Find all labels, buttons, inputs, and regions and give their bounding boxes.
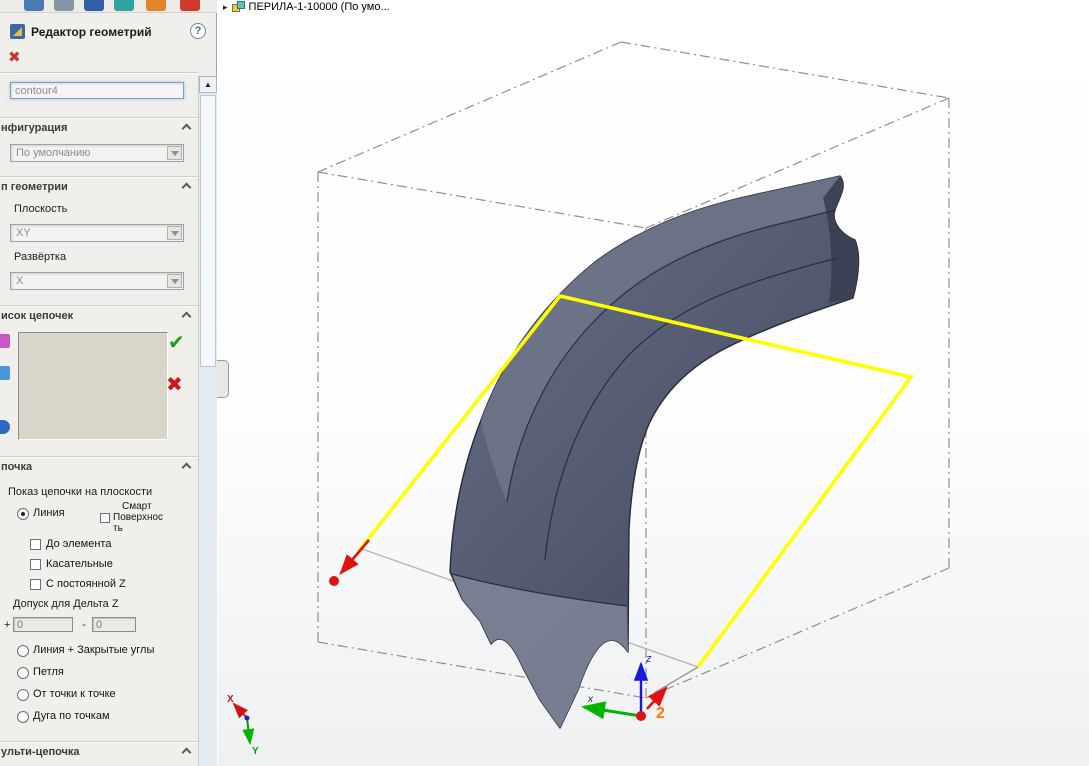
help-icon[interactable]: ? [190, 23, 206, 39]
breadcrumb-text[interactable]: ПЕРИЛА-1-10000 (По умо... [249, 1, 390, 13]
separator [0, 176, 198, 178]
view-axis-x-label: X [227, 694, 234, 705]
model[interactable] [449, 175, 860, 729]
configuration-dropdown[interactable]: По умолчанию [10, 144, 184, 162]
loop-label: Петля [33, 666, 64, 678]
scrollbar-thumb[interactable] [200, 95, 216, 367]
arc-by-points-label: Дуга по точкам [33, 710, 110, 722]
unfold-dropdown[interactable]: X [10, 272, 184, 290]
radio-line-label: Линия [33, 507, 65, 519]
panel-splitter-handle[interactable] [217, 360, 229, 398]
smart-surface-label-2: Поверхнос [113, 512, 164, 523]
scroll-up-icon[interactable]: ▲ [199, 76, 217, 93]
radio-line-closed-corners[interactable] [17, 645, 29, 657]
panel-title: Редактор геометрий [31, 25, 152, 39]
breadcrumb-arrow-icon[interactable]: ▸ [223, 2, 228, 13]
chevron-up-icon[interactable] [181, 462, 192, 473]
chevron-up-icon[interactable] [181, 747, 192, 758]
assembly-icon [231, 1, 245, 13]
constant-z-label: С постоянной Z [46, 578, 126, 590]
3d-scene: z x 2 X Y [227, 41, 950, 757]
toolbar-icon-2[interactable] [54, 0, 74, 11]
separator [0, 456, 198, 458]
geometry-editor-panel: Редактор геометрий ? ✖ нфигурация По умо… [0, 0, 217, 766]
tangent-label: Касательные [46, 558, 113, 570]
checkbox-tangent[interactable] [30, 559, 41, 570]
view-triad: X Y [227, 694, 259, 757]
dropdown-arrow-icon[interactable] [167, 274, 182, 288]
section-configuration[interactable]: нфигурация [1, 122, 67, 134]
toolbar-icon-4[interactable] [114, 0, 134, 11]
toolbar-icon-1[interactable] [24, 0, 44, 11]
loop-tool-icon[interactable] [0, 420, 10, 434]
unfold-value: X [16, 275, 24, 287]
section-chain-list[interactable]: исок цепочек [1, 310, 73, 322]
radio-loop[interactable] [17, 667, 29, 679]
separator [0, 72, 198, 74]
to-element-label: До элемента [46, 538, 112, 550]
contour-name-input[interactable] [10, 82, 184, 99]
show-chain-label: Показ цепочки на плоскости [8, 486, 153, 498]
tolerance-plus-input[interactable] [13, 617, 73, 632]
separator [0, 741, 198, 743]
checkbox-to-element[interactable] [30, 539, 41, 550]
separator [0, 117, 198, 119]
checkbox-constant-z[interactable] [30, 579, 41, 590]
plane-label: Плоскость [14, 203, 68, 215]
origin-triad: z x [581, 653, 652, 721]
top-toolbar [0, 0, 217, 13]
toolbar-icon-6[interactable] [180, 0, 200, 11]
app-window: Редактор геометрий ? ✖ нфигурация По умо… [0, 0, 1089, 766]
unfold-label: Развёртка [14, 251, 67, 263]
axis-x-label: x [587, 694, 594, 705]
chain-tail [653, 666, 699, 694]
checkbox-smart-surface[interactable] [100, 513, 110, 523]
sketch-tool-icon[interactable] [0, 334, 10, 348]
configuration-value: По умолчанию [16, 147, 91, 159]
direction-arrow-start [329, 539, 370, 586]
plus-sign: + [4, 619, 11, 631]
chevron-up-icon[interactable] [181, 123, 192, 134]
section-geometry-type[interactable]: п геометрии [1, 181, 68, 193]
radio-line[interactable] [17, 508, 29, 520]
axis-z-label: z [645, 653, 652, 665]
line-closed-corners-label: Линия + Закрытые углы [33, 644, 155, 656]
edge-tool-icon[interactable] [0, 366, 10, 380]
feature-breadcrumb[interactable]: ▸ ПЕРИЛА-1-10000 (По умо... [223, 1, 390, 13]
chevron-up-icon[interactable] [181, 311, 192, 322]
radio-point-to-point[interactable] [17, 689, 29, 701]
toolbar-icon-3[interactable] [84, 0, 104, 11]
chain-listbox[interactable] [18, 332, 168, 440]
panel-scrollbar[interactable]: ▲ [198, 76, 217, 766]
chevron-up-icon[interactable] [181, 182, 192, 193]
delete-icon[interactable]: ✖ [166, 372, 183, 397]
tolerance-minus-input[interactable] [92, 617, 136, 632]
close-icon[interactable]: ✖ [8, 48, 21, 66]
smart-surface-label-1: Смарт [122, 501, 152, 512]
toolbar-icon-5[interactable] [146, 0, 166, 11]
minus-sign: - [82, 619, 86, 631]
view-axis-y-label: Y [252, 746, 259, 757]
point-to-point-label: От точки к точке [33, 688, 116, 700]
dropdown-arrow-icon[interactable] [167, 146, 182, 160]
confirm-icon[interactable]: ✔ [168, 330, 185, 355]
plane-value: XY [16, 227, 31, 239]
chain-number-label: 2 [656, 705, 665, 722]
viewport[interactable]: ▸ ПЕРИЛА-1-10000 (По умо... z x 2 X Y [218, 0, 1089, 766]
tolerance-label: Допуск для Дельта Z [13, 598, 119, 610]
smart-surface-label-3: ть [113, 523, 123, 534]
section-chain[interactable]: почка [1, 461, 32, 473]
dropdown-arrow-icon[interactable] [167, 226, 182, 240]
plane-dropdown[interactable]: XY [10, 224, 184, 242]
section-multi-chain[interactable]: ульти-цепочка [1, 746, 80, 758]
radio-arc-by-points[interactable] [17, 711, 29, 723]
geometry-editor-icon [10, 24, 25, 39]
separator [0, 305, 198, 307]
